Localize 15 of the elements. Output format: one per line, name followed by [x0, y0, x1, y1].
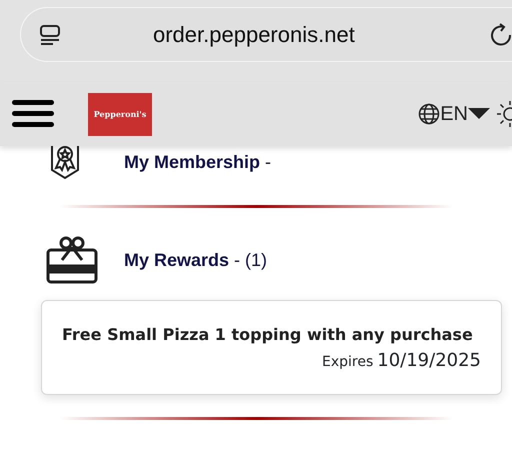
expires-label: Expires — [322, 353, 374, 372]
tabs-icon[interactable] — [39, 24, 61, 46]
gift-card-icon — [46, 236, 98, 284]
logo[interactable]: Pepperoni's — [88, 92, 152, 136]
language-selector[interactable]: EN — [440, 99, 468, 129]
globe-icon — [418, 103, 440, 125]
reward-title: Free Small Pizza 1 topping with any purchase — [62, 324, 474, 346]
expiry-date: 10/19/2025 — [377, 349, 481, 373]
section-title[interactable]: My Rewards - (1) — [124, 246, 268, 274]
sun-icon[interactable] — [496, 99, 512, 129]
section-title[interactable]: My Membership - — [124, 148, 272, 176]
menu-icon[interactable] — [12, 100, 54, 128]
reload-icon[interactable] — [490, 22, 512, 46]
caret-icon[interactable] — [468, 108, 490, 120]
reward-card[interactable]: Free Small Pizza 1 topping with any purchase Expires 10/19/2025 — [41, 300, 502, 395]
